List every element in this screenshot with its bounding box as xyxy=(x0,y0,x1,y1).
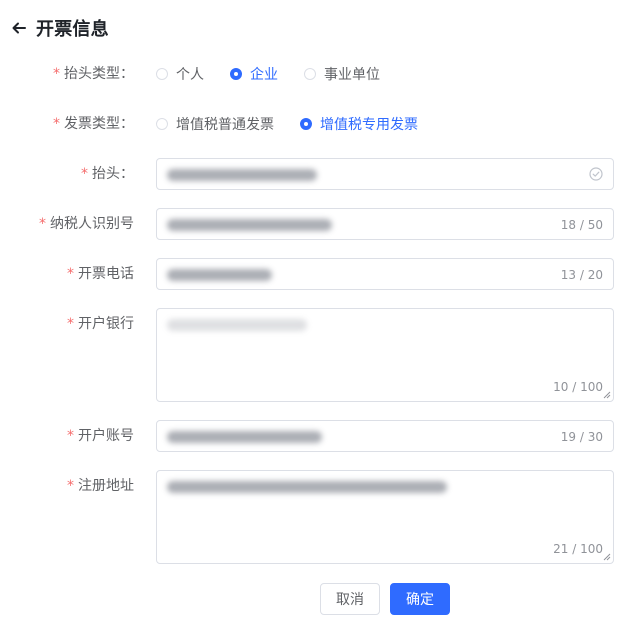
resize-handle-icon[interactable] xyxy=(603,553,611,561)
title-type-radio-group: 个人 企业 事业单位 xyxy=(156,58,380,90)
resize-handle-icon[interactable] xyxy=(603,391,611,399)
radio-vat-normal[interactable]: 增值税普通发票 xyxy=(156,114,274,134)
confirm-button[interactable]: 确定 xyxy=(390,583,450,615)
page-title: 开票信息 xyxy=(36,19,109,40)
char-count: 18 / 50 xyxy=(560,218,603,232)
circle-check-icon xyxy=(589,167,603,181)
char-count: 21 / 100 xyxy=(553,542,603,556)
invoice-type-row: * 发票类型： 增值税普通发票 增值税专用发票 xyxy=(0,108,632,140)
form-actions: 取消 确定 xyxy=(320,583,450,615)
redacted-value xyxy=(167,269,272,281)
radio-circle-icon xyxy=(304,68,316,80)
radio-circle-icon xyxy=(156,118,168,130)
header-field-label: * 抬头： xyxy=(81,166,134,182)
radio-checked-icon xyxy=(230,68,242,80)
bank-row: * 开户银行 10 / 100 xyxy=(0,308,632,402)
address-row: * 注册地址 21 / 100 xyxy=(0,470,632,564)
radio-vat-special[interactable]: 增值税专用发票 xyxy=(300,114,418,134)
redacted-value xyxy=(167,431,322,443)
back-arrow-icon[interactable] xyxy=(10,19,28,37)
redacted-value xyxy=(167,169,317,181)
radio-circle-icon xyxy=(156,68,168,80)
title-type-label: * 抬头类型： xyxy=(53,66,134,82)
radio-checked-icon xyxy=(300,118,312,130)
invoice-type-radio-group: 增值税普通发票 增值税专用发票 xyxy=(156,108,418,140)
redacted-value xyxy=(167,481,447,493)
phone-input[interactable]: 13 / 20 xyxy=(156,258,614,290)
page-header: 开票信息 xyxy=(10,14,109,42)
radio-enterprise[interactable]: 企业 xyxy=(230,64,278,84)
tax-id-label: * 纳税人识别号 xyxy=(39,216,134,232)
bank-label: * 开户银行 xyxy=(67,316,134,332)
header-field-row: * 抬头： xyxy=(0,158,632,190)
redacted-value xyxy=(167,219,332,231)
tax-id-row: * 纳税人识别号 18 / 50 xyxy=(0,208,632,240)
phone-row: * 开票电话 13 / 20 xyxy=(0,258,632,290)
cancel-button[interactable]: 取消 xyxy=(320,583,380,615)
tax-id-input[interactable]: 18 / 50 xyxy=(156,208,614,240)
redacted-value xyxy=(167,319,307,331)
radio-personal[interactable]: 个人 xyxy=(156,64,204,84)
address-textarea[interactable]: 21 / 100 xyxy=(156,470,614,564)
title-type-row: * 抬头类型： 个人 企业 事业单位 xyxy=(0,58,632,90)
account-input[interactable]: 19 / 30 xyxy=(156,420,614,452)
phone-label: * 开票电话 xyxy=(67,266,134,282)
radio-institution[interactable]: 事业单位 xyxy=(304,64,380,84)
char-count: 13 / 20 xyxy=(560,268,603,282)
bank-textarea[interactable]: 10 / 100 xyxy=(156,308,614,402)
account-label: * 开户账号 xyxy=(67,428,134,444)
address-label: * 注册地址 xyxy=(67,478,134,494)
invoice-type-label: * 发票类型： xyxy=(53,116,134,132)
header-input[interactable] xyxy=(156,158,614,190)
char-count: 19 / 30 xyxy=(560,430,603,444)
char-count: 10 / 100 xyxy=(553,380,603,394)
account-row: * 开户账号 19 / 30 xyxy=(0,420,632,452)
invoice-info-page: 开票信息 *抬头类型： 个人 企业 事业单位 *发票类型： 增值税普通发票 xyxy=(0,0,632,631)
